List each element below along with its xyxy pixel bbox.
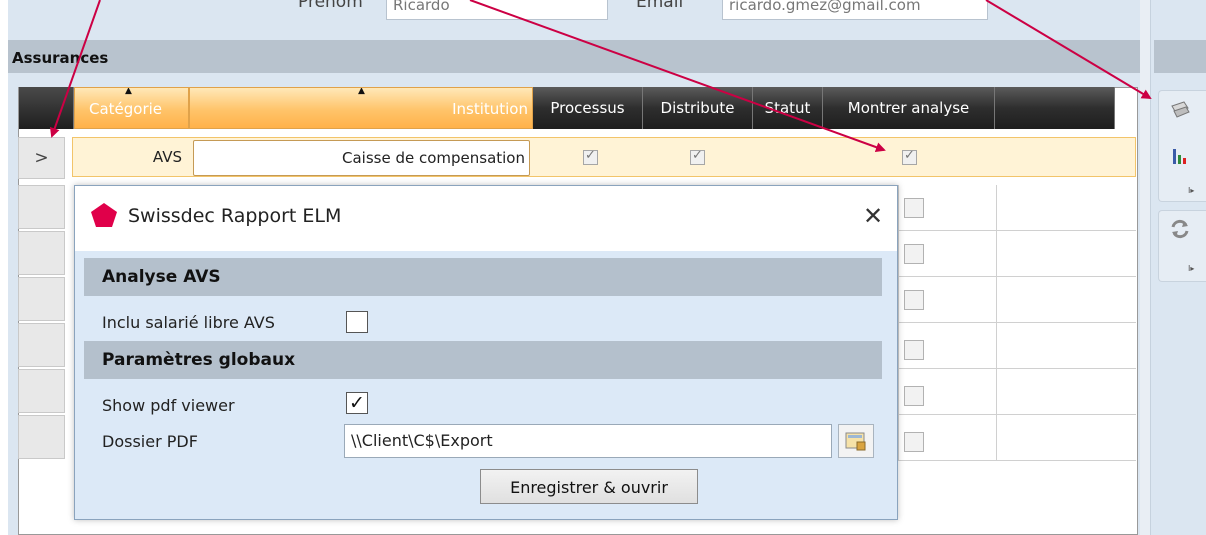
show-pdf-viewer-checkbox[interactable]: ✓: [346, 392, 368, 414]
refresh-icon[interactable]: [1168, 218, 1192, 242]
email-input[interactable]: ricardo.gmez@gmail.com: [722, 0, 988, 20]
checkbox-montrer-analyse[interactable]: [904, 198, 924, 218]
table-row: [898, 277, 1136, 323]
checkbox-montrer-analyse[interactable]: [904, 244, 924, 264]
column-header-processus[interactable]: Processus: [533, 87, 643, 129]
close-icon[interactable]: ✕: [858, 198, 888, 234]
inclu-salarie-checkbox[interactable]: [346, 311, 368, 333]
column-header-label: Catégorie: [89, 100, 163, 118]
section-parametres-globaux: Paramètres globaux: [84, 341, 882, 379]
checkbox-montrer-analyse[interactable]: [904, 290, 924, 310]
cell-institution[interactable]: Caisse de compensation: [193, 140, 530, 176]
checkbox-processus[interactable]: [583, 148, 598, 165]
cell-categorie: AVS: [152, 148, 182, 166]
expand-arrow-icon[interactable]: I▸: [1188, 186, 1194, 195]
column-header-distribute[interactable]: Distribute: [643, 87, 753, 129]
column-header-institution[interactable]: ▲ Institution: [189, 87, 533, 129]
sort-asc-icon: ▲: [358, 87, 365, 96]
row-selector[interactable]: [18, 277, 65, 321]
checkbox-montrer-analyse[interactable]: [902, 148, 917, 165]
column-header-montrer-analyse[interactable]: Montrer analyse: [823, 87, 995, 129]
prenom-label: Prénom: [298, 0, 363, 12]
section-header-assurances: Assurances: [8, 40, 1140, 73]
email-label: Email: [636, 0, 684, 12]
dialog-title: Swissdec Rapport ELM: [128, 205, 342, 227]
table-row: [898, 323, 1136, 369]
row-selector[interactable]: [18, 369, 65, 413]
inclu-salarie-label: Inclu salarié libre AVS: [102, 313, 275, 332]
column-divider: [996, 185, 997, 461]
row-selector[interactable]: [18, 185, 65, 229]
sort-asc-icon: ▲: [125, 87, 132, 96]
checkbox-montrer-analyse[interactable]: [904, 386, 924, 406]
column-header-statut[interactable]: Statut: [753, 87, 823, 129]
chart-icon[interactable]: [1168, 146, 1192, 170]
checkbox-montrer-analyse[interactable]: [904, 432, 924, 452]
swissdec-logo-icon: [90, 202, 118, 228]
column-header-categorie[interactable]: ▲ Catégorie: [74, 87, 189, 129]
panel-divider: [1140, 0, 1150, 535]
column-header-label: Institution: [452, 100, 528, 118]
dossier-pdf-label: Dossier PDF: [102, 432, 198, 451]
row-selector[interactable]: [18, 231, 65, 275]
save-and-open-button[interactable]: Enregistrer & ouvrir: [480, 469, 698, 504]
row-selector-indicator[interactable]: >: [18, 137, 65, 179]
right-header: [1154, 40, 1206, 73]
table-row: [898, 369, 1136, 415]
settings-icon[interactable]: [1168, 100, 1192, 124]
show-pdf-viewer-label: Show pdf viewer: [102, 396, 235, 415]
row-selector[interactable]: [18, 323, 65, 367]
section-analyse-avs: Analyse AVS: [84, 258, 882, 296]
prenom-input[interactable]: Ricardo: [386, 0, 608, 20]
column-header-empty: [995, 87, 1115, 129]
folder-browse-button[interactable]: [838, 424, 874, 458]
checkbox-distribute[interactable]: [690, 148, 705, 165]
checkbox-montrer-analyse[interactable]: [904, 340, 924, 360]
table-row: [898, 415, 1136, 461]
table-row: [898, 185, 1136, 231]
dossier-pdf-input[interactable]: \\Client\C$\Export: [344, 424, 832, 458]
table-row: [898, 231, 1136, 277]
grid-corner-header: [19, 87, 74, 129]
row-selector[interactable]: [18, 415, 65, 459]
expand-arrow-icon[interactable]: I▸: [1188, 264, 1194, 273]
folder-browse-icon: [845, 432, 866, 451]
